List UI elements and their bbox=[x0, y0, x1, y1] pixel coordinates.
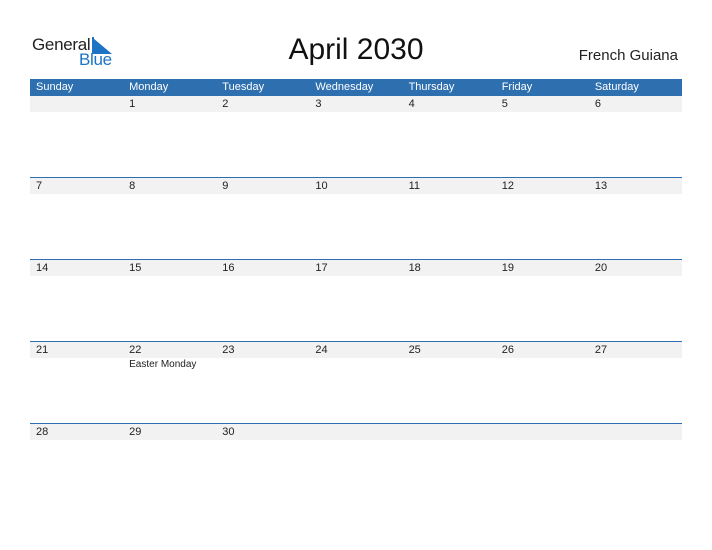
holiday-note bbox=[123, 440, 216, 441]
day-number: 10 bbox=[315, 180, 328, 192]
weekday-tuesday: Tuesday bbox=[222, 81, 265, 93]
day-number: 27 bbox=[594, 344, 608, 356]
holiday-note bbox=[123, 112, 216, 113]
holiday-note bbox=[309, 440, 402, 441]
holiday-note bbox=[496, 194, 589, 195]
day-number: 26 bbox=[501, 344, 514, 356]
day-number: 14 bbox=[36, 262, 49, 274]
date-number-row: 1 2 3 4 5 6 bbox=[30, 96, 682, 112]
week-row: 7 8 9 10 11 12 13 bbox=[30, 177, 682, 259]
holiday-note bbox=[216, 440, 309, 441]
day-number: 7 bbox=[36, 180, 43, 192]
day-number: 4 bbox=[408, 98, 415, 110]
day-number: 6 bbox=[594, 98, 601, 110]
day-number: 12 bbox=[501, 180, 514, 192]
holiday-note bbox=[30, 358, 123, 370]
day-number bbox=[403, 424, 496, 440]
holiday-note bbox=[123, 194, 216, 195]
holiday-note bbox=[309, 358, 402, 370]
holiday-note bbox=[496, 112, 589, 113]
holiday-note bbox=[30, 112, 123, 113]
holiday-note bbox=[216, 194, 309, 195]
holiday-note: Easter Monday bbox=[129, 359, 197, 370]
weekday-wednesday: Wednesday bbox=[315, 81, 374, 93]
holiday-note bbox=[496, 358, 589, 370]
day-number: 8 bbox=[129, 180, 136, 192]
holiday-note bbox=[589, 194, 682, 195]
holiday-note bbox=[403, 276, 496, 277]
holiday-note bbox=[496, 440, 589, 441]
week-row: 14 15 16 17 18 19 20 bbox=[30, 259, 682, 341]
day-number bbox=[589, 424, 682, 440]
day-number: 29 bbox=[129, 426, 142, 438]
weekday-sunday: Sunday bbox=[36, 81, 74, 93]
day-number: 16 bbox=[222, 262, 235, 274]
day-number: 1 bbox=[129, 98, 136, 110]
day-number: 30 bbox=[222, 426, 235, 438]
date-number-row: 14 15 16 17 18 19 20 bbox=[30, 260, 682, 276]
day-number: 11 bbox=[408, 180, 420, 192]
week-row: 1 2 3 4 5 6 bbox=[30, 96, 682, 177]
weeks-container: 1 2 3 4 5 6 7 8 9 10 11 12 13 14 15 16 17 18 19 20 21 22 23 24 2… bbox=[30, 96, 682, 505]
week-row: 21 22 23 24 25 26 27 Easter Monday bbox=[30, 341, 682, 423]
day-number: 21 bbox=[36, 344, 49, 356]
day-number bbox=[309, 424, 402, 440]
holiday-notes-row bbox=[30, 276, 682, 277]
date-number-row: 21 22 23 24 25 26 27 bbox=[30, 342, 682, 358]
holiday-note bbox=[589, 440, 682, 441]
holiday-note bbox=[496, 276, 589, 277]
day-number: 25 bbox=[408, 344, 421, 356]
holiday-note bbox=[589, 358, 682, 370]
day-number: 18 bbox=[408, 262, 421, 274]
holiday-note bbox=[309, 194, 402, 195]
day-number: 20 bbox=[594, 262, 608, 274]
holiday-note bbox=[403, 194, 496, 195]
day-number: 9 bbox=[222, 180, 229, 192]
holiday-note bbox=[30, 194, 123, 195]
region-label: French Guiana bbox=[578, 47, 678, 64]
holiday-note bbox=[403, 112, 496, 113]
day-number: 28 bbox=[36, 426, 49, 438]
day-number: 3 bbox=[315, 98, 322, 110]
date-number-row: 7 8 9 10 11 12 13 bbox=[30, 178, 682, 194]
day-number: 5 bbox=[501, 98, 508, 110]
weekday-saturday: Saturday bbox=[594, 81, 639, 93]
weekday-header: Sunday Monday Tuesday Wednesday Thursday… bbox=[30, 79, 682, 96]
day-number bbox=[496, 424, 589, 440]
holiday-note bbox=[216, 358, 309, 370]
holiday-note bbox=[30, 440, 123, 441]
calendar-grid: Sunday Monday Tuesday Wednesday Thursday… bbox=[30, 79, 682, 505]
holiday-note bbox=[403, 358, 496, 370]
holiday-note bbox=[216, 276, 309, 277]
weekday-friday: Friday bbox=[501, 81, 533, 93]
holiday-notes-row bbox=[30, 112, 682, 113]
day-number: 24 bbox=[315, 344, 328, 356]
holiday-note bbox=[403, 440, 496, 441]
holiday-notes-row bbox=[30, 440, 682, 441]
holiday-note bbox=[123, 276, 216, 277]
day-number: 17 bbox=[315, 262, 328, 274]
day-number bbox=[30, 96, 123, 112]
week-row: 28 29 30 bbox=[30, 423, 682, 505]
holiday-note bbox=[30, 276, 123, 277]
day-number: 2 bbox=[222, 98, 229, 110]
weekday-thursday: Thursday bbox=[408, 81, 455, 93]
day-number: 23 bbox=[222, 344, 235, 356]
holiday-note bbox=[309, 276, 402, 277]
weekday-monday: Monday bbox=[129, 81, 169, 93]
day-number: 22 bbox=[129, 344, 142, 356]
holiday-note bbox=[309, 112, 402, 113]
holiday-note bbox=[589, 276, 682, 277]
date-number-row: 28 29 30 bbox=[30, 424, 682, 440]
holiday-note bbox=[216, 112, 309, 113]
holiday-notes-row bbox=[30, 194, 682, 195]
day-number: 19 bbox=[501, 262, 514, 274]
holiday-notes-row: Easter Monday bbox=[30, 358, 682, 370]
day-number: 13 bbox=[594, 180, 608, 192]
day-number: 15 bbox=[129, 262, 142, 274]
holiday-note bbox=[589, 112, 682, 113]
